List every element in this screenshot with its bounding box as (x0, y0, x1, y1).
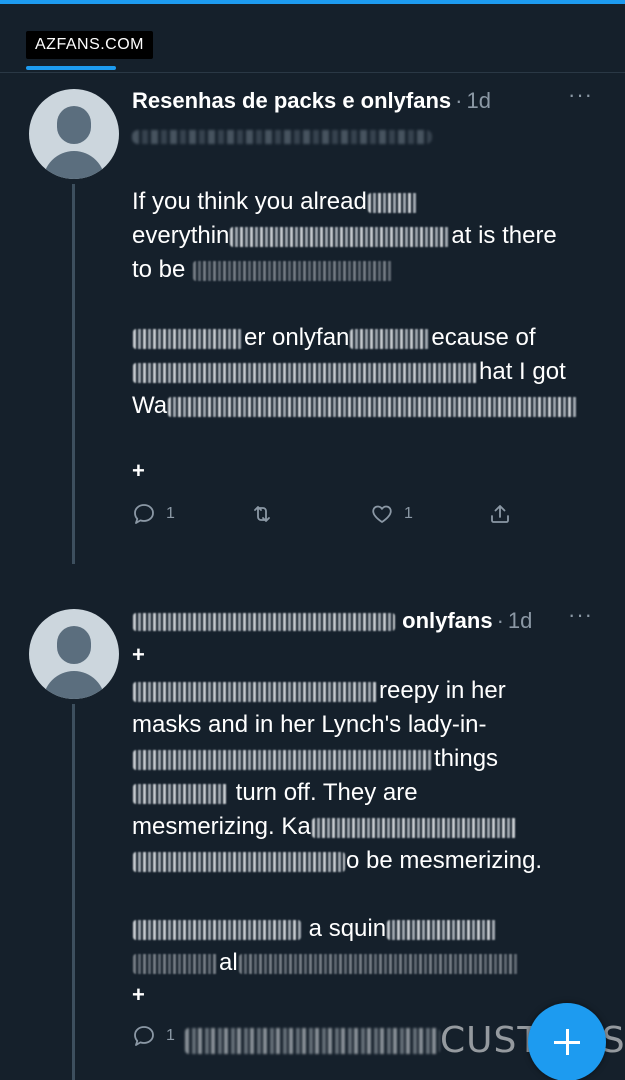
redacted-text (230, 226, 451, 247)
reply-icon (134, 504, 154, 524)
tweet-header: Resenhas de packs e onlyfans · 1d ··· (132, 82, 605, 118)
tweet-body: If you think you alread everythin at is t… (132, 185, 602, 423)
redacted-text (133, 362, 478, 383)
tweet-line: al (132, 946, 602, 980)
header: AZFANS.COM (0, 4, 625, 73)
tweet-line-empty (132, 878, 602, 912)
redacted-text (133, 851, 345, 872)
tweet-header: onlyfans · 1d ··· (132, 602, 605, 638)
share-button[interactable] (488, 502, 512, 526)
tweet-line-empty (132, 287, 602, 321)
redacted-text (133, 328, 243, 349)
tweet-line: er onlyfan ecause of (132, 321, 602, 355)
redacted-text (168, 396, 579, 417)
redacted-text (387, 919, 498, 940)
redacted-text (133, 681, 378, 702)
avatar-body (43, 151, 105, 179)
tweet-line: Wa (132, 389, 602, 423)
avatar[interactable] (29, 609, 119, 699)
tweet-line: to be (132, 253, 602, 287)
heart-icon (372, 505, 392, 523)
avatar-head (57, 626, 91, 664)
timeline-page: AZFANS.COM Resenhas de packs e onlyfans ·… (0, 0, 625, 1080)
display-name[interactable]: Resenhas de packs e onlyfans (132, 88, 451, 113)
redacted-display-name (133, 613, 395, 632)
redacted-text (133, 749, 433, 770)
tweet-line: If you think you alread (132, 185, 602, 219)
retweet-button[interactable] (250, 502, 284, 526)
tweet-line: reepy in her (132, 674, 602, 708)
tweet-1[interactable]: Resenhas de packs e onlyfans · 1d ··· If y… (0, 72, 625, 592)
handle-redacted (132, 130, 432, 144)
reply-button[interactable]: 1 (132, 502, 175, 526)
tweet-actions: 1 1 (132, 502, 532, 532)
tweet-body: reepy in her masks and in her Lynch's la… (132, 674, 602, 980)
reply-count: 1 (166, 505, 175, 522)
avatar[interactable] (29, 89, 119, 179)
redacted-text (133, 783, 228, 804)
reply-button[interactable]: 1 (132, 1024, 175, 1048)
avatar-head (57, 106, 91, 144)
tweet-line: everythin at is there (132, 222, 557, 249)
tweet-line: o be mesmerizing. (132, 844, 602, 878)
more-options-icon[interactable]: ··· (568, 602, 593, 628)
separator: · (455, 88, 463, 113)
redacted-text (311, 817, 517, 838)
like-button[interactable]: 1 (370, 502, 413, 526)
more-options-icon[interactable]: ··· (568, 82, 593, 108)
redacted-text (238, 953, 519, 974)
timestamp[interactable]: 1d (466, 88, 490, 113)
expand-plus-icon[interactable]: + (132, 458, 145, 484)
tweet-2[interactable]: onlyfans · 1d ··· + reepy in her masks and… (0, 592, 625, 1080)
share-icon (491, 505, 509, 523)
redacted-text (185, 1028, 440, 1054)
tweet-line: hat I got (132, 355, 602, 389)
reply-count: 1 (166, 1027, 175, 1044)
compose-button[interactable] (528, 1003, 606, 1080)
expand-plus-icon[interactable]: + (132, 642, 145, 668)
redacted-text (367, 192, 418, 213)
display-name[interactable]: onlyfans (402, 608, 492, 633)
reply-icon (134, 1026, 154, 1046)
thread-line (72, 184, 75, 564)
thread-line (72, 704, 75, 1080)
redacted-text (193, 260, 394, 281)
tweet-line: masks and in her Lynch's lady-in- (132, 711, 487, 738)
tweet-line: mesmerizing. Ka (132, 810, 602, 844)
avatar-body (43, 671, 105, 699)
active-tab-indicator (26, 66, 116, 70)
redacted-text (133, 919, 301, 940)
tweet-line: things (132, 742, 602, 776)
expand-plus-icon[interactable]: + (132, 982, 145, 1008)
brand-logo[interactable]: AZFANS.COM (26, 31, 154, 59)
retweet-icon (254, 506, 270, 522)
plus-icon-vertical (566, 1029, 569, 1055)
tweet-line: a squin (132, 912, 602, 946)
redacted-text (133, 953, 218, 974)
separator: · (496, 608, 504, 633)
like-count: 1 (404, 505, 413, 522)
redacted-text (350, 328, 431, 349)
timestamp[interactable]: 1d (508, 608, 532, 633)
tweet-line: turn off. They are (132, 776, 602, 810)
